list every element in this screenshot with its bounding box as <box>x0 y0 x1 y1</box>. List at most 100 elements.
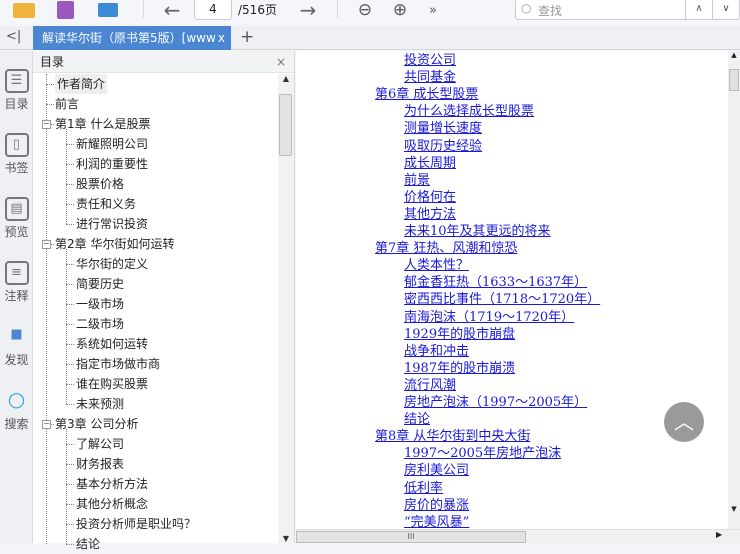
toc-link[interactable]: 其他方法 <box>404 206 456 223</box>
annotation-icon: ≡ <box>4 261 29 285</box>
toc-link[interactable]: “完美风暴” <box>404 514 469 529</box>
toc-item[interactable]: 指定市场做市商 <box>76 354 160 374</box>
toc-scroll-thumb[interactable] <box>279 94 292 156</box>
tree-line <box>66 444 74 445</box>
new-tab-button[interactable]: + <box>240 27 254 47</box>
rail-label: 搜索 <box>4 417 29 431</box>
collapse-icon[interactable]: − <box>42 240 51 249</box>
toc-link[interactable]: 测量增长速度 <box>404 120 482 137</box>
toc-link[interactable]: 战争和冲击 <box>404 343 469 360</box>
tree-line <box>66 544 74 545</box>
prev-page-button[interactable]: ← <box>160 0 184 22</box>
toc-item[interactable]: 了解公司 <box>76 434 124 454</box>
tree-line <box>66 404 74 405</box>
search-input[interactable]: 查找 <box>538 2 562 19</box>
toc-item[interactable]: 系统如何运转 <box>76 334 148 354</box>
print-icon[interactable] <box>97 0 119 20</box>
toc-link[interactable]: 成长周期 <box>404 155 456 172</box>
toc-link[interactable]: 郁金香狂热（1633～1637年） <box>404 274 587 291</box>
toc-link[interactable]: 房价的暴涨 <box>404 497 469 514</box>
save-icon[interactable] <box>55 0 75 20</box>
page-number-input[interactable]: 4 <box>194 0 232 20</box>
toc-item[interactable]: 进行常识投资 <box>76 214 148 234</box>
zoom-in-icon[interactable]: ⊕ <box>389 0 411 20</box>
rail-search[interactable]: ○ 搜索 <box>0 389 33 432</box>
toc-panel: 目录 × 作者简介 前言 − 第1章 什么是股票 新耀照明公司 利润的重要性 股票价格 责任和义… <box>33 51 295 551</box>
tree-line <box>66 304 74 305</box>
tree-line <box>46 104 54 105</box>
toc-link[interactable]: 房地产泡沫（1997～2005年） <box>404 394 587 411</box>
toc-link[interactable]: 人类本性？ <box>404 257 469 274</box>
toc-item[interactable]: 结论 <box>76 534 100 554</box>
vertical-scroll-thumb[interactable] <box>729 69 739 91</box>
toc-link[interactable]: 前景 <box>404 172 430 189</box>
toc-link[interactable]: 未来10年及其更远的将来 <box>404 223 551 240</box>
toc-item[interactable]: 股票价格 <box>76 174 124 194</box>
toc-item[interactable]: 财务报表 <box>76 454 124 474</box>
search-prev-button[interactable]: ∧ <box>685 0 712 19</box>
toc-item[interactable]: 新耀照明公司 <box>76 134 148 154</box>
toc-link[interactable]: 流行风潮 <box>404 377 456 394</box>
toc-item[interactable]: 其他分析概念 <box>76 494 148 514</box>
open-folder-icon[interactable] <box>12 0 36 20</box>
toc-link[interactable]: 为什么选择成长型股票 <box>404 103 534 120</box>
toc-item[interactable]: 一级市场 <box>76 294 124 314</box>
toc-item[interactable]: 二级市场 <box>76 314 124 334</box>
zoom-out-icon[interactable]: ⊖ <box>354 0 376 20</box>
close-toc-icon[interactable]: × <box>276 51 286 73</box>
tab-document[interactable]: 解读华尔街（原书第5版）[www x <box>33 26 231 50</box>
document-page: 投资公司 共同基金 第6章 成长型股票 为什么选择成长型股票 测量增长速度 吸取历史经验成… <box>296 51 728 529</box>
search-next-button[interactable]: ∨ <box>712 0 739 19</box>
horizontal-scroll-thumb[interactable]: III <box>296 531 526 543</box>
close-tab-icon[interactable]: x <box>218 26 225 50</box>
rail-preview[interactable]: ▤ 预览 <box>0 197 33 240</box>
rail-annotation[interactable]: ≡ 注释 <box>0 261 33 304</box>
toc-link[interactable]: 价格何在 <box>404 189 456 206</box>
toc-item[interactable]: 利润的重要性 <box>76 154 148 174</box>
search-box[interactable]: ○ 查找 ∧ ∨ <box>515 0 740 20</box>
toc-item[interactable]: 华尔街的定义 <box>76 254 148 274</box>
back-to-top-button[interactable]: ︿ <box>664 402 704 442</box>
collapse-icon[interactable]: − <box>42 420 51 429</box>
tree-line <box>66 364 74 365</box>
toc-link[interactable]: 房利美公司 <box>404 462 469 479</box>
collapse-sidebar-icon[interactable]: <| <box>6 29 21 44</box>
rail-discover[interactable]: ■ 发现 <box>0 325 33 368</box>
toc-link[interactable]: 结论 <box>404 411 430 428</box>
next-page-button[interactable]: → <box>296 0 320 22</box>
chapter-link[interactable]: 第6章 成长型股票 <box>375 86 478 103</box>
vertical-scrollbar[interactable]: ▲ ▼ <box>728 51 740 529</box>
toc-header: 目录 × <box>33 51 294 73</box>
rail-bookmark[interactable]: ▯ 书签 <box>0 133 33 176</box>
toc-link[interactable]: 共同基金 <box>404 69 456 86</box>
toc-item[interactable]: 责任和义务 <box>76 194 136 214</box>
rail-label: 注释 <box>4 289 29 303</box>
toc-scrollbar[interactable]: ▲ ▼ <box>278 74 294 543</box>
toc-item[interactable]: 第1章 什么是股票 <box>55 114 150 134</box>
toc-item[interactable]: 作者简介 <box>55 74 108 94</box>
toc-item[interactable]: 未来预测 <box>76 394 124 414</box>
more-icon[interactable]: » <box>425 0 441 20</box>
toc-link[interactable]: 投资公司 <box>404 52 456 69</box>
toc-link[interactable]: 1997～2005年房地产泡沫 <box>404 445 561 462</box>
chapter-link[interactable]: 第8章 从华尔街到中央大街 <box>375 428 530 445</box>
toc-item[interactable]: 谁在购买股票 <box>76 374 148 394</box>
toc-link[interactable]: 南海泡沫（1719～1720年） <box>404 309 574 326</box>
toc-item[interactable]: 基本分析方法 <box>76 474 148 494</box>
toc-link[interactable]: 密西西比事件（1718～1720年） <box>404 291 600 308</box>
toc-item[interactable]: 简要历史 <box>76 274 124 294</box>
toolbar: ← 4 /516页 → ⊖ ⊕ » ○ 查找 ∧ ∨ <box>0 0 740 24</box>
toc-link[interactable]: 1929年的股市崩盘 <box>404 326 515 343</box>
rail-label: 发现 <box>4 353 29 367</box>
toc-item[interactable]: 前言 <box>55 94 79 114</box>
horizontal-scrollbar[interactable]: III ▶ <box>296 529 740 543</box>
toc-item[interactable]: 投资分析师是职业吗？ <box>76 514 196 534</box>
toc-link[interactable]: 吸取历史经验 <box>404 138 482 155</box>
chapter-link[interactable]: 第7章 狂热、风潮和惊恐 <box>375 240 517 257</box>
toc-link[interactable]: 1987年的股市崩溃 <box>404 360 515 377</box>
rail-toc[interactable]: ☰ 目录 <box>0 69 33 112</box>
toc-link[interactable]: 低利率 <box>404 480 443 497</box>
toc-item[interactable]: 第2章 华尔街如何运转 <box>55 234 174 254</box>
toc-item[interactable]: 第3章 公司分析 <box>55 414 138 434</box>
collapse-icon[interactable]: − <box>42 120 51 129</box>
